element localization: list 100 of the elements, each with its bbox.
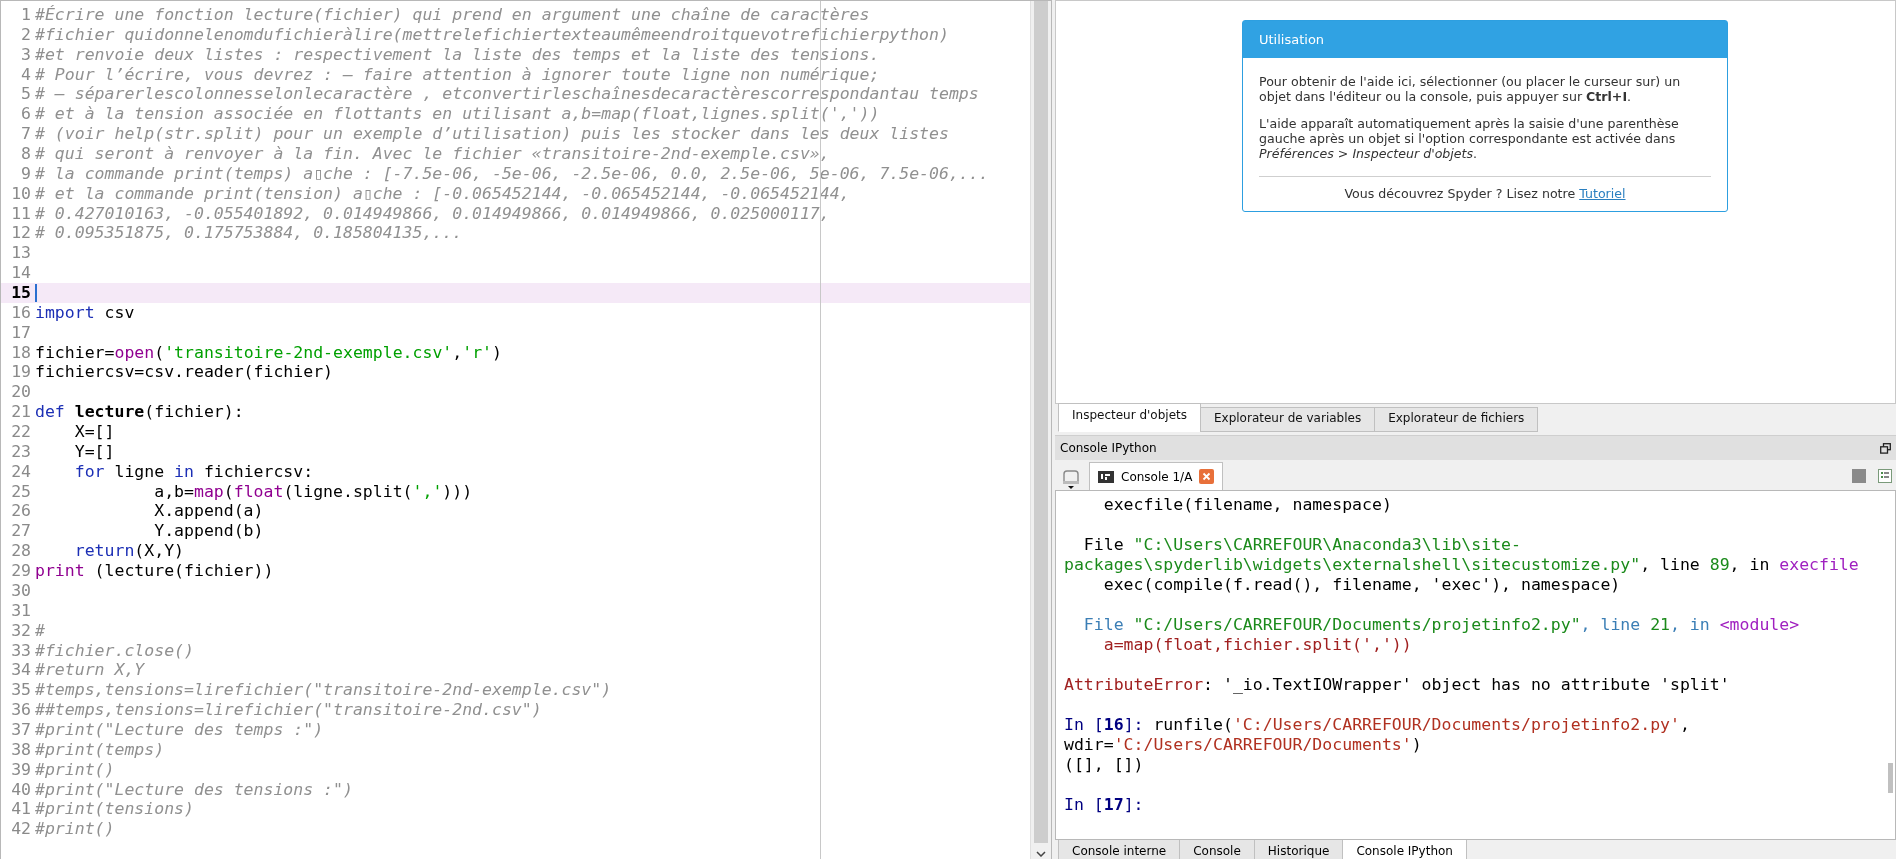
line-number: 23 [10,441,32,462]
line-number: 29 [10,561,32,581]
code-line: X.append(a) [153,501,264,522]
pane-tab[interactable]: Console [1179,840,1255,859]
code-line: #Écrire une fonction lecture(fichier) qui prend en argument une chaîne de caractères [35,5,870,25]
code-line: # [35,620,45,641]
pane-tab[interactable]: Console interne [1058,840,1181,859]
code-line: #print("Lecture des temps :") [35,719,324,740]
code-line: # (voir help(str.split) pour un exemple d’utilisation) puis les stocker dans les deux listes [35,124,949,144]
line-number: 38 [10,739,32,760]
console-line: packages\spyderlib\widgets\externalshell\sitecustomize.py", line 89, in execfile [1064,555,1860,575]
line-number: 17 [10,322,32,343]
code-line: #print(tensions) [35,799,194,820]
pane-title: Console IPython [1060,441,1157,455]
console-line: wdir='C:/Users/CARREFOUR/Documents') [1064,735,1423,755]
line-number: 24 [10,461,32,482]
tutorial-link[interactable]: Tutoriel [1579,186,1626,201]
line-number: 26 [10,501,32,522]
help-text: Pour obtenir de l'aide ici, sélectionner (ou placer le curseur sur) un objet dans l'éditeur ou la console, puis appuyer sur Ctrl+I. [1259,74,1682,104]
card-title: Utilisation [1259,32,1325,47]
undock-icon[interactable] [1880,442,1891,454]
line-number: 21 [10,402,32,423]
console-tab[interactable]: Console 1/A [1089,462,1224,490]
close-icon[interactable] [1199,469,1215,484]
console-line: ([], []) [1064,755,1145,775]
line-number: 9 [20,163,32,184]
line-number: 19 [10,362,32,383]
options-icon[interactable] [1878,469,1892,483]
line-number: 42 [10,819,32,840]
line-number: 34 [10,660,32,681]
pane-tab[interactable]: Historique [1253,840,1344,859]
console-line: File "C:\Users\CARREFOUR\Anaconda3\lib\site- [1082,535,1522,555]
pane-tab[interactable]: Explorateur de variables [1200,407,1376,432]
code-line: # 0.427010163, -0.055401892, 0.014949866, 0.014949866, 0.014949866, 0.025000117, [35,203,830,224]
console-line: AttributeError: '_io.TextIOWrapper' object has no attribute 'split' [1064,675,1731,695]
help-text: L'aide apparaît automatiquement après la saisie d'une parenthèse gauche après un objet si l'option correspondante est activée dans Préférences > Inspecteur d'objets. [1259,116,1680,161]
line-number: 31 [10,600,32,621]
code-line: # qui seront à renvoyer à la fin. Avec le fichier «transitoire-2nd-exemple.csv», [35,144,830,164]
line-number: 15 [10,283,32,303]
line-number: 14 [10,263,32,284]
line-number: 1 [20,5,32,25]
line-number: 36 [10,700,32,720]
line-number: 7 [20,124,32,144]
code-line: # et à la tension associée en flottants en utilisant a,b=map(float,lignes.split(',')) [35,104,880,125]
help-footer-text: Vous découvrez Spyder ? Lisez notre Tutoriel [1344,186,1626,201]
line-number: 35 [10,680,32,701]
code-line: #fichier quidonnelenomdufichieràlire(mettrelefichiertexteaumêmeendroitquevotrefichierpython) [35,24,949,45]
console-line: exec(compile(f.read(), filename, 'exec'), namespace) [1102,575,1622,595]
terminal-icon [1098,470,1114,483]
code-line: for ligne in fichiercsv: [73,461,314,482]
scrollbar-thumb[interactable] [1888,763,1893,793]
console-line: execfile(filename, namespace) [1102,495,1393,515]
scrollbar-thumb[interactable] [1034,1,1048,843]
pane-tab[interactable]: Inspecteur d'objets [1058,403,1201,432]
code-line: #print() [35,819,115,840]
console-line: In [17]: [1064,795,1145,815]
line-number: 39 [10,759,32,780]
line-number: 30 [10,580,32,601]
line-number: 27 [10,521,32,542]
console-output[interactable] [1055,490,1896,840]
code-line: import csv [35,302,135,323]
line-number: 10 [10,183,32,204]
pane-tab[interactable]: Explorateur de fichiers [1374,407,1539,432]
pane-tab[interactable]: Console IPython [1342,840,1467,859]
line-number: 28 [10,541,32,562]
code-line: Y=[] [73,441,115,462]
code-line: #fichier.close() [35,640,194,661]
console-line: In [16]: runfile('C:/Users/CARREFOUR/Documents/projetinfo2.py', [1064,715,1691,735]
text-cursor [35,284,37,303]
line-number: 13 [10,243,32,264]
line-number: 2 [20,24,32,45]
code-line: #return X,Y [35,660,145,681]
code-line: # la commande print(temps) a▯che : [-7.5e-06, -5e-06, -2.5e-06, 0.0, 2.5e-06, 5e-06, 7.5e-06,... [35,163,989,184]
line-number: 3 [20,44,32,65]
code-line: # – séparerlescolonnesselonlecaractère , etconvertirleschaînesdecaractèrescorrespondantau temps [35,84,979,105]
console-line: File "C:/Users/CARREFOUR/Documents/projetinfo2.py", line 21, in <module> [1082,615,1801,635]
code-line: def lecture(fichier): [35,402,244,423]
code-line: fichiercsv=csv.reader(fichier) [35,362,333,383]
line-number: 20 [10,382,32,403]
line-number: 11 [10,203,32,224]
code-line: #print(temps) [35,739,165,760]
code-line: ##temps,tensions=lirefichier("transitoire-2nd.csv") [35,700,542,720]
code-line: fichier=open('transitoire-2nd-exemple.csv','r') [35,342,502,363]
line-number: 4 [20,64,32,85]
scroll-down-icon[interactable] [1036,851,1046,857]
tab-list-icon[interactable] [1061,468,1081,490]
code-line: #temps,tensions=lirefichier("transitoire-2nd-exemple.csv") [35,680,612,701]
line-number: 33 [10,640,32,661]
line-number: 37 [10,719,32,740]
line-number: 8 [20,144,32,164]
code-line: # Pour l’écrire, vous devrez : – faire attention à ignorer toute ligne non numérique; [35,64,880,85]
code-line: #print() [35,759,115,780]
code-line: X=[] [73,422,115,442]
code-line: Y.append(b) [153,521,264,542]
code-line: #et renvoie deux listes : respectivement la liste des temps et la liste des tensions. [35,44,880,65]
line-number: 40 [10,779,32,800]
code-line: return(X,Y) [73,541,184,562]
code-line: #print("Lecture des tensions :") [35,779,353,800]
line-number: 16 [10,302,32,323]
line-number: 41 [10,799,32,820]
